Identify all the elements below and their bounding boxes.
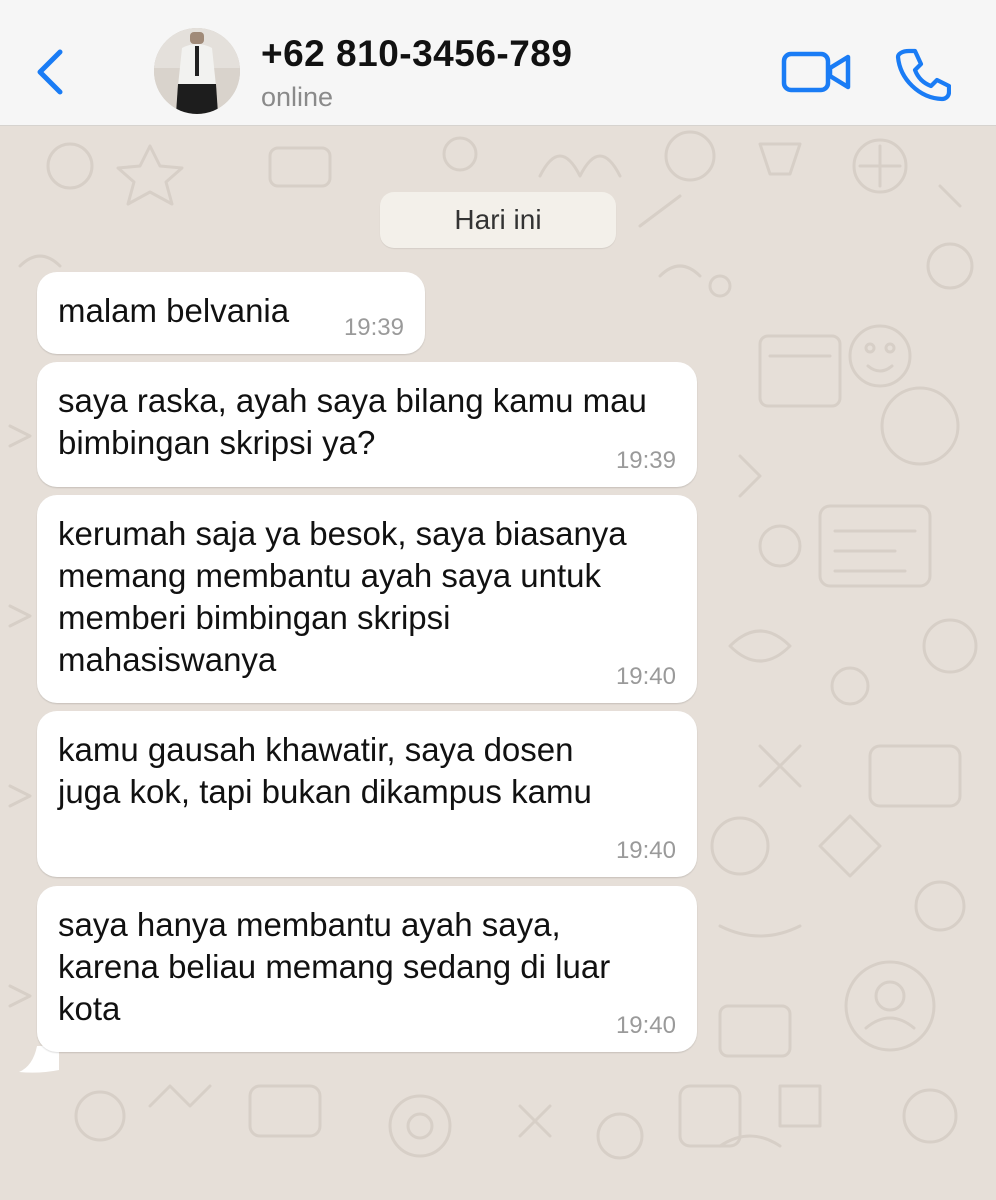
message-time: 19:40 — [615, 663, 676, 690]
message-text: kamu gausah khawatir, saya dosen juga ko… — [58, 731, 592, 810]
message-time: 19:40 — [615, 1012, 676, 1039]
chat-header: +62 810-3456-789 online — [0, 0, 996, 126]
contact-name[interactable]: +62 810-3456-789 — [261, 33, 572, 75]
chevron-left-icon — [37, 49, 63, 95]
back-button[interactable] — [26, 44, 76, 100]
contact-avatar[interactable] — [154, 28, 240, 114]
message-time: 19:39 — [343, 314, 404, 341]
voice-call-button[interactable] — [893, 46, 952, 104]
phone-icon — [895, 48, 952, 102]
message-bubble[interactable]: kamu gausah khawatir, saya dosen juga ko… — [37, 711, 697, 877]
message-time: 19:40 — [615, 837, 676, 864]
contact-status: online — [261, 82, 334, 112]
video-camera-icon — [781, 51, 851, 93]
message-time: 19:39 — [615, 447, 676, 474]
person-photo-icon — [154, 28, 240, 114]
message-bubble[interactable]: malam belvania 19:39 — [37, 272, 425, 354]
message-bubble[interactable]: saya hanya membantu ayah saya, karena be… — [37, 886, 697, 1052]
message-bubble[interactable]: kerumah saja ya besok, saya biasanya mem… — [37, 495, 697, 703]
video-call-button[interactable] — [780, 48, 856, 98]
message-text: kerumah saja ya besok, saya biasanya mem… — [58, 515, 627, 678]
chat-area[interactable]: Hari ini malam belvania 19:39 saya raska… — [0, 126, 996, 1200]
message-text: saya raska, ayah saya bilang kamu mau bi… — [58, 382, 647, 461]
date-separator: Hari ini — [380, 192, 616, 248]
message-text: saya hanya membantu ayah saya, karena be… — [58, 906, 611, 1027]
message-bubble[interactable]: saya raska, ayah saya bilang kamu mau bi… — [37, 362, 697, 487]
